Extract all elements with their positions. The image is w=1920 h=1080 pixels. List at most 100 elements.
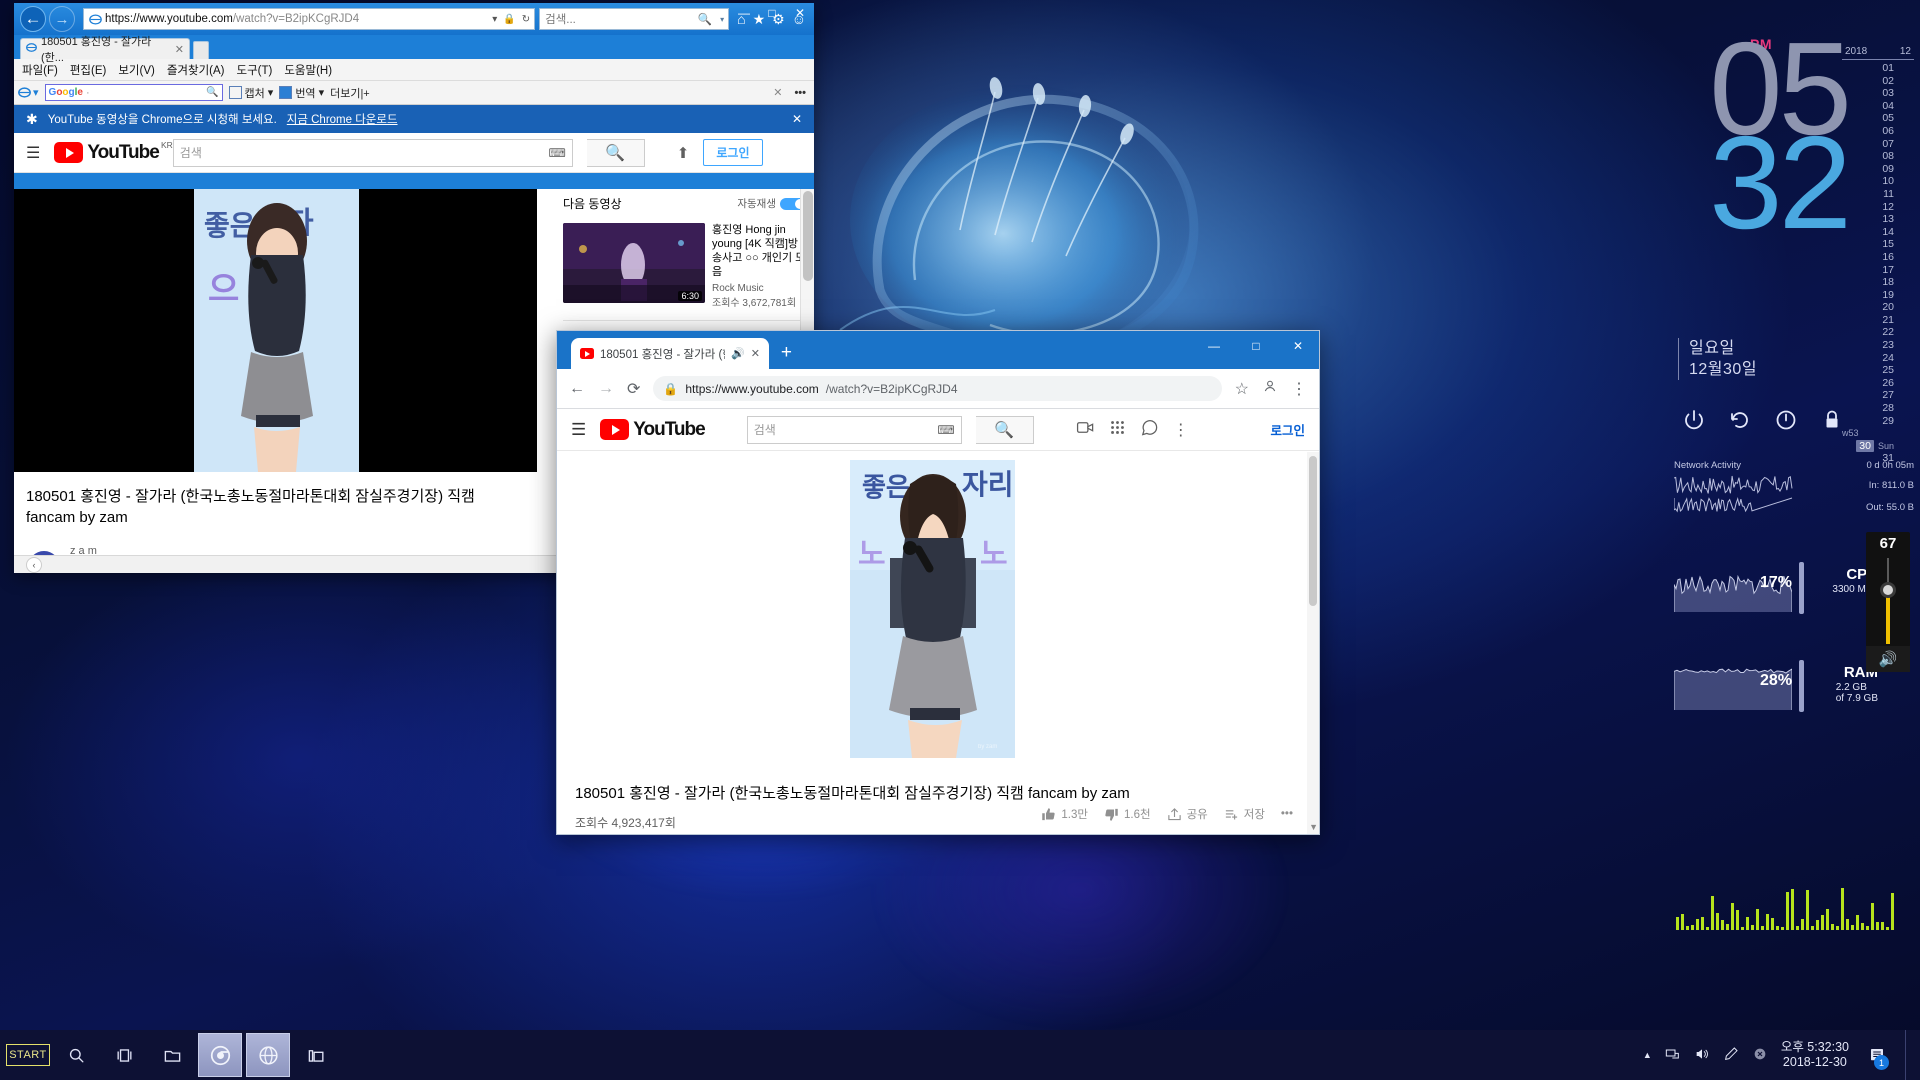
volume-icon[interactable] (1694, 1046, 1710, 1065)
pen-icon[interactable] (1723, 1046, 1739, 1065)
youtube-search-button[interactable]: 🔍 (975, 415, 1034, 444)
notifications-icon[interactable]: 1 (1862, 1030, 1892, 1080)
promo-link[interactable]: 지금 Chrome 다운로드 (287, 111, 398, 127)
calendar-day[interactable]: 28 (1842, 402, 1914, 415)
volume-gadget[interactable]: 67 🔊 (1866, 532, 1910, 672)
internet-explorer-icon[interactable] (246, 1033, 290, 1077)
keyboard-icon[interactable]: ⌨ (937, 423, 954, 437)
show-desktop-button[interactable] (1905, 1030, 1912, 1080)
search-icon[interactable]: 🔍 (698, 12, 712, 26)
close-icon[interactable]: ✕ (792, 112, 802, 126)
calendar-day[interactable]: 09 (1842, 163, 1914, 176)
list-item[interactable]: 6:30 홍진영 Hong jin young [4K 직캠]방송사고 ○○ 개… (559, 218, 810, 314)
task-view-icon[interactable] (102, 1033, 146, 1077)
power-controls[interactable] (1682, 408, 1844, 437)
volume-knob[interactable] (1880, 582, 1896, 598)
toolbar-overflow-icon[interactable]: ••• (794, 87, 814, 99)
menu-edit[interactable]: 편집(E) (70, 62, 107, 78)
chrome-tab[interactable]: 180501 홍진영 - 잘가라 (한국 🔊 ✕ (571, 338, 769, 369)
calendar-day[interactable]: 24 (1842, 352, 1914, 365)
close-icon[interactable]: ✕ (751, 347, 760, 360)
calendar-day[interactable]: 08 (1842, 150, 1914, 163)
scrollbar-thumb[interactable] (1309, 456, 1317, 606)
keyboard-icon[interactable]: ⌨ (548, 146, 565, 160)
minimize-button[interactable]: — (730, 3, 758, 23)
more-actions-button[interactable]: ••• (1281, 808, 1293, 820)
back-icon[interactable]: ← (20, 6, 46, 32)
power-icon[interactable] (1682, 408, 1706, 437)
restart-icon[interactable] (1728, 408, 1752, 437)
google-search-box[interactable]: Google · 🔍 (44, 84, 223, 101)
youtube-search-button[interactable]: 🔍 (586, 138, 645, 167)
menu-file[interactable]: 파일(F) (22, 62, 58, 78)
create-video-icon[interactable] (1076, 418, 1095, 442)
reload-icon[interactable]: ⟳ (627, 379, 640, 399)
speaker-icon[interactable]: 🔊 (1866, 646, 1910, 672)
upload-icon[interactable]: ⬆ (677, 144, 690, 162)
ie-search-box[interactable]: 검색... 🔍 ▾ (539, 8, 730, 30)
calendar-day[interactable]: 20 (1842, 301, 1914, 314)
maximize-button[interactable]: □ (758, 3, 786, 23)
calendar-day[interactable]: 11 (1842, 188, 1914, 201)
youtube-search-input[interactable]: 검색 ⌨ (172, 138, 573, 167)
autoplay-control[interactable]: 자동재생 (737, 196, 806, 211)
share-button[interactable]: 공유 (1167, 806, 1208, 822)
calendar-day[interactable]: 03 (1842, 87, 1914, 100)
chrome-window-controls[interactable]: — □ ✕ (1193, 331, 1319, 361)
scroll-left-button[interactable]: ‹ (26, 556, 42, 573)
error-icon[interactable] (1752, 1046, 1768, 1065)
ie-tab-strip[interactable]: 180501 홍진영 - 잘가라 (한... ✕ (14, 35, 814, 64)
ie-video-player[interactable]: 좋은 자 으 (14, 189, 537, 472)
calendar-day[interactable]: 27 (1842, 389, 1914, 402)
forward-icon[interactable]: → (598, 380, 614, 398)
calendar-day[interactable]: 14 (1842, 226, 1914, 239)
calendar-day[interactable]: 25 (1842, 364, 1914, 377)
calendar-day[interactable]: 12 (1842, 201, 1914, 214)
calendar-day[interactable]: 01 (1842, 62, 1914, 75)
tray-clock[interactable]: 오후 5:32:30 2018-12-30 (1781, 1040, 1849, 1070)
chevron-down-icon[interactable]: ▾ (492, 14, 497, 25)
tab-audio-icon[interactable]: 🔊 (731, 347, 745, 360)
chevron-down-icon[interactable]: ▾ (720, 15, 724, 24)
youtube-logo[interactable]: YouTube (600, 419, 706, 441)
toolbar-close-icon[interactable]: ✕ (773, 86, 788, 99)
youtube-logo[interactable]: YouTube KR (54, 140, 173, 164)
lock-icon[interactable]: 🔒 (663, 382, 678, 396)
calendar-day[interactable]: 10 (1842, 175, 1914, 188)
login-button[interactable]: 로그인 (703, 139, 763, 166)
calendar-day[interactable]: 02 (1842, 75, 1914, 88)
calendar-day[interactable]: 21 (1842, 314, 1914, 327)
chrome-icon[interactable] (198, 1033, 242, 1077)
ie-window-controls[interactable]: — □ ✕ (730, 3, 814, 23)
capture-button[interactable]: 캡처 ▾ (228, 85, 273, 101)
calendar-day[interactable]: 05 (1842, 112, 1914, 125)
new-tab-button[interactable]: + (781, 342, 792, 364)
menu-view[interactable]: 보기(V) (118, 62, 155, 78)
chrome-video-player[interactable]: 좋은 자리 노 노 by zam (557, 452, 1307, 767)
show-hidden-icons-button[interactable]: ▲ (1643, 1050, 1652, 1060)
refresh-icon[interactable]: ↻ (522, 14, 530, 25)
calendar-gadget[interactable]: 2018 12 01 02 03 04 05 06 07 08 09 10 11 12 13 14 15 16… (1842, 46, 1914, 465)
calendar-day[interactable]: 19 (1842, 289, 1914, 302)
calendar-day[interactable]: 16 (1842, 251, 1914, 264)
menu-help[interactable]: 도움말(H) (284, 62, 332, 78)
calendar-day[interactable]: 07 (1842, 138, 1914, 151)
calendar-day[interactable]: 18 (1842, 276, 1914, 289)
calendar-day[interactable]: 23 (1842, 339, 1914, 352)
video-thumbnail[interactable]: 6:30 (563, 223, 705, 303)
shutdown-icon[interactable] (1774, 408, 1798, 437)
lock-icon[interactable] (1820, 408, 1844, 437)
ie-tab[interactable]: 180501 홍진영 - 잘가라 (한... ✕ (20, 36, 190, 64)
ie-chrome-promo-banner[interactable]: ✱ YouTube 동영상을 Chrome으로 시청해 보세요. 지금 Chro… (14, 105, 814, 133)
calendar-day[interactable]: 22 (1842, 326, 1914, 339)
translate-button[interactable]: 번역 ▾ (279, 85, 324, 101)
close-icon[interactable]: ✕ (175, 43, 184, 56)
apps-grid-icon[interactable] (1109, 419, 1126, 441)
calendar-day[interactable]: 04 (1842, 100, 1914, 113)
menu-tools[interactable]: 도구(T) (237, 62, 273, 78)
bookmark-star-icon[interactable]: ☆ (1235, 379, 1249, 399)
youtube-search-input[interactable]: 검색 ⌨ (746, 415, 962, 444)
maximize-button[interactable]: □ (1235, 331, 1277, 361)
scrollbar-thumb[interactable] (803, 191, 813, 281)
new-tab-button[interactable] (193, 41, 209, 59)
